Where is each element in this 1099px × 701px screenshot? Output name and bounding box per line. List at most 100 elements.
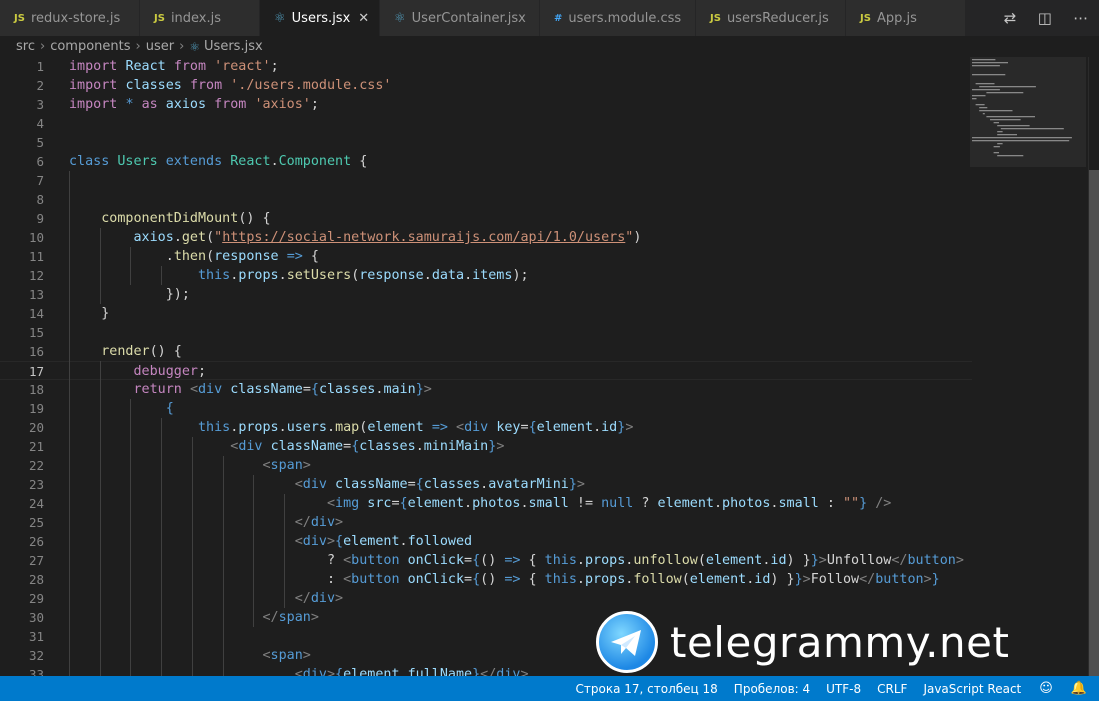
code-line[interactable]: 2 import classes from './users.module.css… — [0, 76, 972, 95]
code-line[interactable]: 23 <div className={classes.avatarMini}> — [0, 475, 972, 494]
url-link[interactable]: https://social-network.samuraijs.com/api… — [222, 230, 625, 245]
code-token: > — [955, 553, 964, 568]
code-token: . — [278, 268, 287, 283]
code-line[interactable]: 10 axios.get("https://social-network.sam… — [0, 228, 972, 247]
code-token: followed — [407, 534, 473, 549]
code-line[interactable]: 28 : <button onClick={() => { this.props… — [0, 570, 972, 589]
code-token: ) } — [786, 553, 811, 568]
code-line[interactable]: 17 debugger; — [0, 361, 972, 380]
code-line[interactable]: 16 render() { — [0, 342, 972, 361]
vertical-scrollbar-thumb[interactable] — [1089, 170, 1099, 676]
indent-guide — [161, 418, 162, 676]
code-line[interactable]: 11 .then(response => { — [0, 247, 972, 266]
code-editor[interactable]: 1 import React from 'react'; 2 import class… — [0, 57, 1099, 676]
code-token: . — [399, 534, 408, 549]
status-bar: Строка 17, столбец 18 Пробелов: 4 UTF-8 … — [0, 676, 1099, 701]
line-number: 22 — [28, 458, 44, 473]
code-token: classes — [423, 477, 481, 492]
react-file-icon: ⚛ — [274, 10, 286, 26]
more-actions-icon[interactable]: ⋯ — [1073, 9, 1088, 27]
code-text: <div>{element.fullName}</div> — [69, 665, 529, 676]
tab-usersreducer-js[interactable]: JS usersReducer.js — [696, 0, 846, 36]
tab-label: index.js — [170, 10, 222, 26]
encoding-setting[interactable]: UTF-8 — [826, 682, 861, 696]
code-token: img — [335, 496, 360, 511]
code-text: import classes from './users.module.css' — [69, 76, 392, 95]
tab-redux-store-js[interactable]: JS redux-store.js — [0, 0, 140, 36]
code-line[interactable]: 22 <span> — [0, 456, 972, 475]
minimap-viewport-slider[interactable] — [970, 57, 1086, 167]
split-editor-icon[interactable]: ◫ — [1038, 9, 1052, 27]
line-number: 14 — [28, 306, 44, 321]
code-token: > — [576, 477, 585, 492]
code-token: users — [286, 420, 327, 435]
code-text: </div> — [69, 513, 343, 532]
code-token: > — [520, 667, 529, 676]
code-token: . — [576, 572, 585, 587]
tab-users-jsx[interactable]: ⚛ Users.jsx ✕ — [260, 0, 380, 36]
feedback-smiley-icon[interactable]: ☺ — [1039, 681, 1053, 696]
notifications-bell-icon[interactable]: 🔔 — [1071, 681, 1087, 696]
code-line[interactable]: 4 — [0, 114, 972, 133]
cursor-position[interactable]: Строка 17, столбец 18 — [576, 682, 718, 696]
breadcrumb-item-components[interactable]: components — [50, 39, 130, 54]
eol-setting[interactable]: CRLF — [877, 682, 907, 696]
code-token: div — [302, 477, 327, 492]
code-line[interactable]: 5 — [0, 133, 972, 152]
code-line[interactable]: 3 import * as axios from 'axios'; — [0, 95, 972, 114]
code-line[interactable]: 20 this.props.users.map(element => <div … — [0, 418, 972, 437]
code-token: './users.module.css' — [230, 78, 392, 93]
react-file-icon: ⚛ — [394, 10, 406, 26]
close-tab-icon[interactable]: ✕ — [350, 11, 369, 26]
code-line[interactable]: 15 — [0, 323, 972, 342]
code-line[interactable]: 24 <img src={element.photos.small != nul… — [0, 494, 972, 513]
code-token: > — [326, 667, 336, 676]
code-line[interactable]: 7 — [0, 171, 972, 190]
code-line[interactable]: 13 }); — [0, 285, 972, 304]
tab-users-module-css[interactable]: # users.module.css — [540, 0, 696, 36]
code-line[interactable]: 26 <div>{element.followed — [0, 532, 972, 551]
code-token: div — [302, 534, 327, 549]
code-line[interactable]: 6 class Users extends React.Component { — [0, 152, 972, 171]
tab-app-js[interactable]: JS App.js — [846, 0, 966, 36]
code-line[interactable]: 8 — [0, 190, 972, 209]
code-token: < — [189, 382, 198, 397]
tab-index-js[interactable]: JS index.js — [140, 0, 260, 36]
code-line[interactable]: 14 } — [0, 304, 972, 323]
code-token: = — [391, 496, 400, 511]
code-token: get — [181, 230, 207, 245]
code-token: = — [464, 572, 473, 587]
code-line[interactable]: 1 import React from 'react'; — [0, 57, 972, 76]
code-token: key — [496, 420, 521, 435]
breadcrumb-item-src[interactable]: src — [16, 39, 35, 54]
code-line[interactable]: 21 <div className={classes.miniMain}> — [0, 437, 972, 456]
code-token: < — [294, 667, 303, 676]
code-token: div — [198, 382, 223, 397]
code-line[interactable]: 18 return <div className={classes.main}> — [0, 380, 972, 399]
compare-changes-icon[interactable]: ⇄ — [1004, 9, 1017, 27]
code-line[interactable]: 27 ? <button onClick={() => { this.props… — [0, 551, 972, 570]
language-mode[interactable]: JavaScript React — [923, 682, 1021, 696]
code-line[interactable]: 25 </div> — [0, 513, 972, 532]
indentation-setting[interactable]: Пробелов: 4 — [734, 682, 810, 696]
line-number: 11 — [28, 249, 44, 264]
code-text: { — [69, 399, 174, 418]
tab-usercontainer-jsx[interactable]: ⚛ UserContainer.jsx — [380, 0, 540, 36]
code-line[interactable]: 12 this.props.setUsers(response.data.ite… — [0, 266, 972, 285]
code-line[interactable]: 19 { — [0, 399, 972, 418]
editor-actions: ⇄ ◫ ⋯ — [993, 0, 1099, 36]
code-token: { — [528, 420, 537, 435]
code-token: from — [173, 59, 207, 74]
breadcrumb-item-user[interactable]: user — [146, 39, 174, 54]
line-number: 30 — [28, 610, 44, 625]
code-line[interactable]: 29 </div> — [0, 589, 972, 608]
code-token: import — [69, 97, 118, 112]
code-line[interactable]: 9 componentDidMount() { — [0, 209, 972, 228]
code-token: < — [262, 648, 271, 663]
breadcrumb-item-file[interactable]: Users.jsx — [204, 39, 263, 54]
